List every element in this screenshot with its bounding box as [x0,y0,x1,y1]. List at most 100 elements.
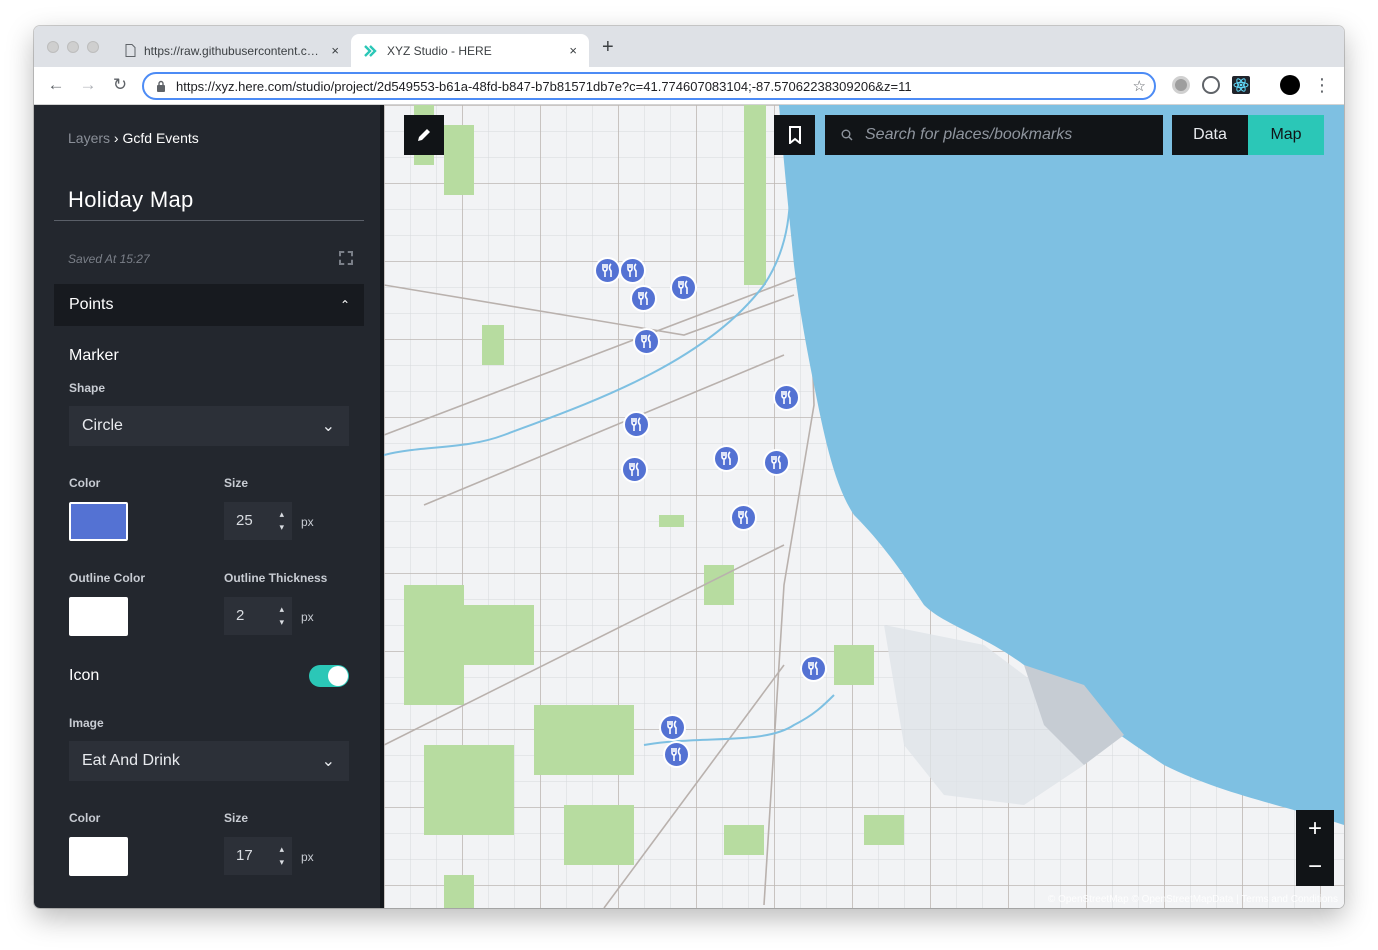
fullscreen-icon[interactable] [339,251,353,265]
reload-button[interactable]: ↻ [109,75,131,95]
restaurant-marker[interactable] [630,285,657,312]
image-select[interactable]: Eat And Drink ⌄ [69,741,349,781]
minimize-window-button[interactable] [67,41,79,53]
outline-color-swatch[interactable] [69,597,128,636]
zoom-out-button[interactable]: − [1296,848,1334,886]
icon-heading: Icon [69,667,100,684]
restaurant-marker[interactable] [670,274,697,301]
title-underline [54,220,364,221]
section-label: Points [69,296,114,313]
view-toggle: Data Map [1172,115,1324,155]
restaurant-marker[interactable] [623,411,650,438]
marker-size-input[interactable]: 25 ▴ ▾ [224,502,292,540]
back-button[interactable]: ← [45,75,67,95]
fork-knife-icon [721,451,731,465]
marker-color-swatch[interactable] [69,502,128,541]
search-placeholder: Search for places/bookmarks [865,126,1073,143]
restaurant-marker[interactable] [663,741,690,768]
search-icon [841,129,853,141]
browser-menu-button[interactable]: ⋮ [1311,75,1333,96]
zoom-in-button[interactable]: + [1296,810,1334,848]
marker-color-label: Color [69,476,101,490]
marker-heading: Marker [69,347,119,364]
restaurant-marker[interactable] [763,449,790,476]
points-section-header[interactable]: Points ⌃ [54,284,364,326]
tab-github-raw[interactable]: https://raw.githubusercontent.c… × [113,34,351,67]
chevron-up-icon: ⌃ [339,298,350,312]
restaurant-marker[interactable] [619,257,646,284]
fork-knife-icon [738,510,748,524]
fork-knife-icon [667,720,677,734]
edit-button[interactable] [404,115,444,155]
saved-status: Saved At 15:27 [68,252,150,266]
spin-buttons[interactable]: ▴ ▾ [279,603,284,629]
react-devtools-icon[interactable] [1232,76,1250,94]
outline-thickness-input[interactable]: 2 ▴ ▾ [224,597,292,635]
breadcrumb-separator: › [113,130,119,146]
shape-value: Circle [82,417,123,434]
close-window-button[interactable] [47,41,59,53]
marker-size-unit: px [301,515,314,529]
zoom-controls: + − [1296,810,1334,886]
spin-buttons[interactable]: ▴ ▾ [279,508,284,534]
marker-size-label: Size [224,476,249,490]
forward-button[interactable]: → [77,75,99,95]
tab-xyz-studio[interactable]: XYZ Studio - HERE × [351,34,589,67]
breadcrumb: Layers › Gcfd Events [68,130,199,146]
toggle-knob [328,666,348,686]
map-attribution[interactable]: © OpenStreetMap © OpenStreetMapData | Te… [1048,894,1338,905]
outline-thickness-label: Outline Thickness [224,571,328,585]
restaurant-marker[interactable] [659,714,686,741]
icon-toggle[interactable] [309,665,349,687]
fork-knife-icon [781,390,791,404]
icon-size-input[interactable]: 17 ▴ ▾ [224,837,292,875]
bookmark-star-icon[interactable]: ☆ [1133,77,1146,95]
restaurant-marker[interactable] [773,384,800,411]
devtools-extension-icon[interactable] [1202,76,1220,94]
bookmarks-button[interactable] [774,115,815,155]
here-xyz-logo-icon [364,44,377,57]
restaurant-marker[interactable] [713,445,740,472]
shape-label: Shape [69,381,106,395]
fork-knife-icon [808,661,818,675]
address-bar[interactable]: https://xyz.here.com/studio/project/2d54… [142,72,1156,100]
shape-select[interactable]: Circle ⌄ [69,406,349,446]
url-text: https://xyz.here.com/studio/project/2d54… [176,78,912,94]
image-label: Image [69,716,104,730]
restaurant-marker[interactable] [800,655,827,682]
maximize-window-button[interactable] [87,41,99,53]
fork-knife-icon [771,455,781,469]
icon-color-swatch[interactable] [69,837,128,876]
lock-icon [157,80,165,92]
project-title[interactable]: Holiday Map [68,187,194,213]
data-view-button[interactable]: Data [1172,115,1248,155]
tab-bar: https://raw.githubusercontent.c… × XYZ S… [34,26,1344,67]
map-view-button[interactable]: Map [1248,115,1324,155]
fork-knife-icon [629,462,639,476]
fork-knife-icon [641,334,651,348]
profile-avatar[interactable] [1280,75,1300,95]
new-tab-button[interactable]: + [602,36,614,59]
browser-toolbar: ← → ↻ https://xyz.here.com/studio/projec… [34,67,1344,105]
tab-title: XYZ Studio - HERE [387,43,492,58]
close-tab-icon[interactable]: × [569,43,577,58]
restaurant-marker[interactable] [730,504,757,531]
restaurant-marker[interactable] [621,456,648,483]
pencil-icon [418,129,430,141]
fork-knife-icon [627,263,637,277]
icon-size-value: 17 [236,847,253,864]
icon-color-label: Color [69,811,101,825]
close-tab-icon[interactable]: × [331,43,339,58]
restaurant-marker[interactable] [594,257,621,284]
restaurant-marker[interactable] [633,328,660,355]
fork-knife-icon [638,291,648,305]
map-canvas[interactable]: Search for places/bookmarks Data Map + −… [384,105,1344,908]
fork-knife-icon [678,280,688,294]
breadcrumb-layers-link[interactable]: Layers [68,130,110,146]
bookmark-icon [788,126,801,144]
map-search-box[interactable]: Search for places/bookmarks [825,115,1163,155]
extension-icon[interactable] [1172,76,1190,94]
spin-buttons[interactable]: ▴ ▾ [279,843,284,869]
chevron-down-icon: ⌄ [321,753,335,770]
fork-knife-icon [602,263,612,277]
